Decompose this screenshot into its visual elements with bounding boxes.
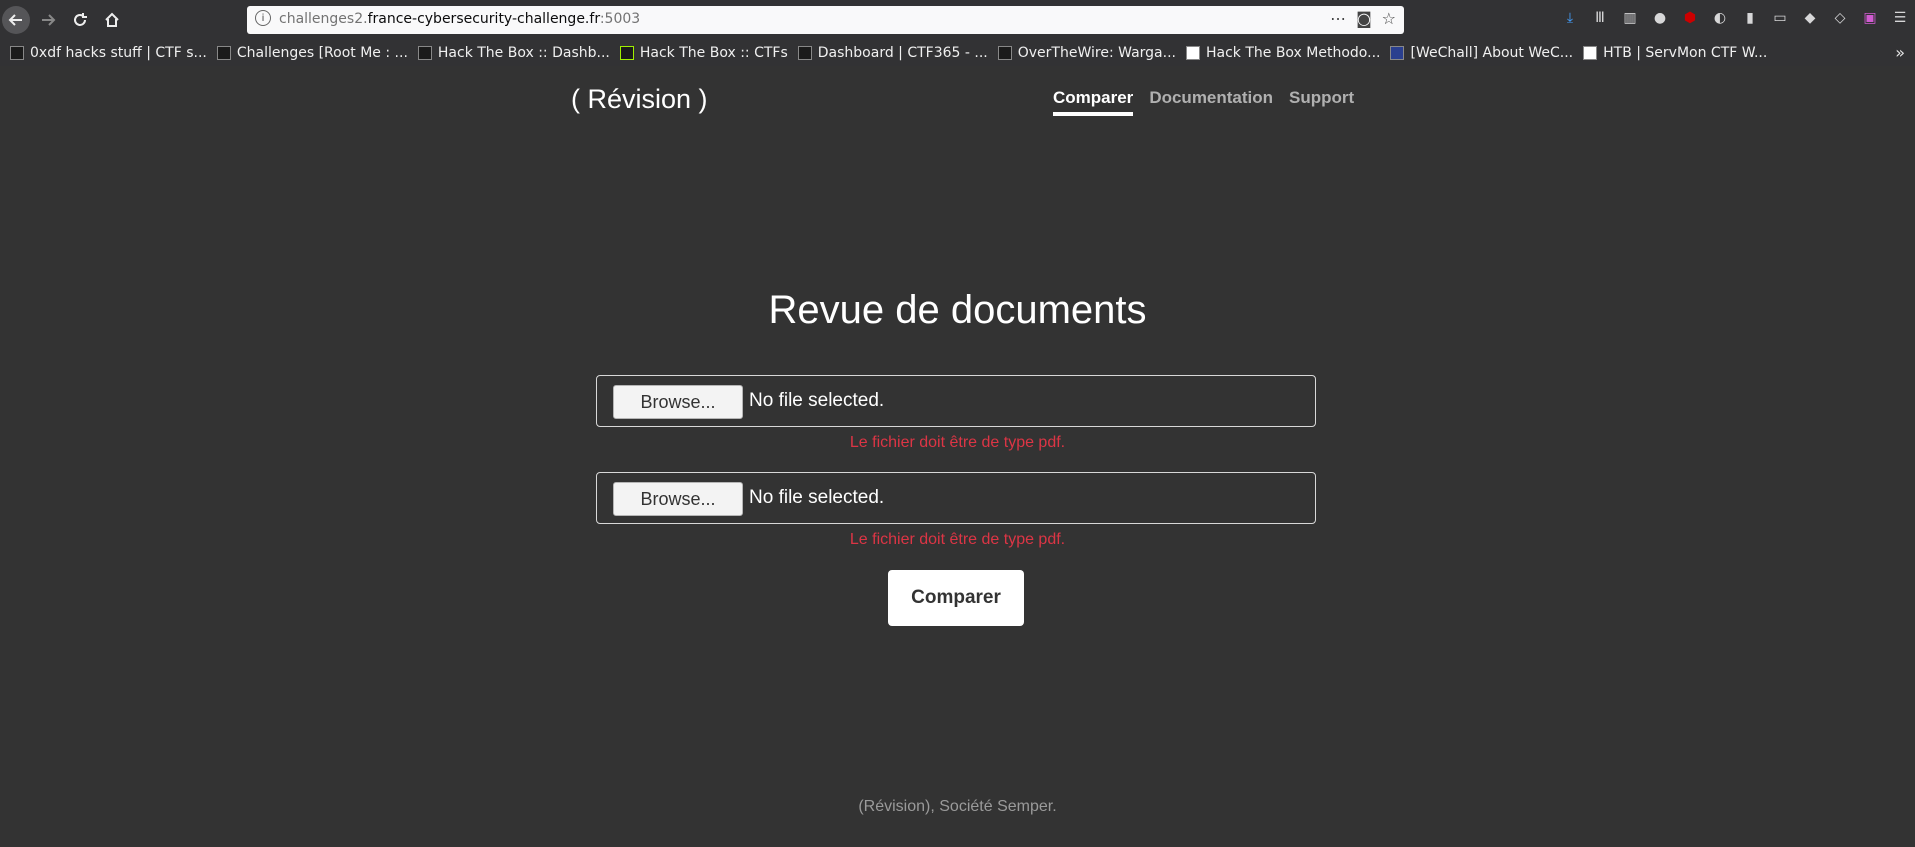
bookmark-favicon-icon <box>1390 46 1405 60</box>
bookmark-item[interactable]: Dashboard | CTF365 - ... <box>797 45 988 61</box>
ublock-icon[interactable]: ⬢ <box>1681 9 1699 27</box>
arrow-left-icon <box>8 14 22 26</box>
url-suffix: :5003 <box>599 11 641 27</box>
footer-text: (Révision), Société Semper. <box>858 798 1057 815</box>
bookmark-favicon-icon <box>216 46 231 60</box>
site-info-icon[interactable]: i <box>255 10 271 26</box>
file-input-1[interactable]: Browse... No file selected. <box>596 375 1316 427</box>
download-icon[interactable]: ⤓ <box>1561 9 1579 27</box>
file-status-1: No file selected. <box>749 390 885 411</box>
bookmark-item[interactable]: [WeChall] About WeC... <box>1390 45 1573 61</box>
file-error-2: Le fichier doit être de type pdf. <box>849 531 1066 548</box>
home-icon <box>105 12 119 27</box>
bookmark-favicon-icon <box>997 46 1012 60</box>
chevron-double-right-icon[interactable]: » <box>1895 43 1905 62</box>
bookmark-label: OverTheWire: Warga... <box>1017 45 1176 61</box>
page-content: ( Révision ) Comparer Documentation Supp… <box>0 66 1915 847</box>
url-text[interactable]: challenges2.france-cybersecurity-challen… <box>279 11 640 27</box>
bookmark-label: Challenges [Root Me : ... <box>236 45 408 61</box>
bookmark-favicon-icon <box>1583 46 1598 60</box>
bookmarks-bar: 0xdf hacks stuff | CTF s... Challenges [… <box>0 40 1915 66</box>
page-actions-icon[interactable]: ⋯ <box>1330 9 1346 28</box>
bookmark-label: HTB | ServMon CTF W... <box>1603 45 1768 61</box>
bookmark-favicon-icon <box>619 46 634 60</box>
nav-compare[interactable]: Comparer <box>1053 88 1134 116</box>
page-title: Revue de documents <box>768 288 1147 332</box>
bookmark-item[interactable]: Hack The Box Methodo... <box>1185 45 1381 61</box>
menu-icon[interactable]: ☰ <box>1891 9 1909 27</box>
bookmark-item[interactable]: OverTheWire: Warga... <box>997 45 1176 61</box>
bookmark-item[interactable]: Hack The Box :: CTFs <box>619 45 788 61</box>
bookmark-label: 0xdf hacks stuff | CTF s... <box>30 45 207 61</box>
nav-support[interactable]: Support <box>1289 88 1354 116</box>
bookmark-item[interactable]: Challenges [Root Me : ... <box>216 45 408 61</box>
bookmark-favicon-icon <box>797 46 812 60</box>
compare-button[interactable]: Comparer <box>888 570 1024 626</box>
file-error-1: Le fichier doit être de type pdf. <box>849 434 1066 451</box>
bookmark-item[interactable]: 0xdf hacks stuff | CTF s... <box>10 45 207 61</box>
bookmark-star-icon[interactable]: ☆ <box>1382 9 1396 28</box>
bookmark-label: Dashboard | CTF365 - ... <box>817 45 988 61</box>
bookmark-label: Hack The Box Methodo... <box>1205 45 1381 61</box>
extension-icon[interactable]: ◐ <box>1711 9 1729 27</box>
home-button[interactable] <box>98 6 126 34</box>
extension-gray-icon[interactable]: ◇ <box>1831 9 1849 27</box>
sidebar-icon[interactable]: ▥ <box>1621 9 1639 27</box>
account-icon[interactable]: ● <box>1651 9 1669 27</box>
forward-button[interactable] <box>34 6 62 34</box>
bookmark-item[interactable]: Hack The Box :: Dashb... <box>417 45 610 61</box>
arrow-right-icon <box>42 14 56 26</box>
bookmark-label: [WeChall] About WeC... <box>1410 45 1574 61</box>
library-icon[interactable]: Ⅲ <box>1591 9 1609 27</box>
bookmark-label: Hack The Box :: CTFs <box>639 45 788 61</box>
bookmark-favicon-icon <box>10 46 24 60</box>
bookmark-label: Hack The Box :: Dashb... <box>437 45 610 61</box>
bookmark-item[interactable]: HTB | ServMon CTF W... <box>1583 45 1767 61</box>
bookmark-favicon-icon <box>417 46 432 60</box>
nav-documentation[interactable]: Documentation <box>1149 88 1273 116</box>
main-nav: Comparer Documentation Support <box>1053 88 1354 116</box>
bookmark-favicon-icon <box>1185 46 1200 60</box>
reload-icon <box>74 13 87 26</box>
file-input-2[interactable]: Browse... No file selected. <box>596 472 1316 524</box>
browse-button-1[interactable]: Browse... <box>613 385 743 419</box>
file-status-2: No file selected. <box>749 487 885 508</box>
browser-toolbar: i challenges2.france-cybersecurity-chall… <box>0 0 1915 40</box>
cast-icon[interactable]: ▭ <box>1771 9 1789 27</box>
extension-dark-icon[interactable]: ◆ <box>1801 9 1819 27</box>
site-brand[interactable]: ( Révision ) <box>571 84 708 115</box>
extension-color-icon[interactable]: ▣ <box>1861 9 1879 27</box>
address-bar[interactable]: i challenges2.france-cybersecurity-chall… <box>247 6 1404 34</box>
url-host: france-cybersecurity-challenge.fr <box>367 11 600 27</box>
back-button[interactable] <box>2 6 30 34</box>
url-prefix: challenges2. <box>279 11 368 27</box>
extension-bars-icon[interactable]: ▮ <box>1741 9 1759 27</box>
reload-button[interactable] <box>66 6 94 34</box>
pocket-icon[interactable]: ◙ <box>1356 9 1372 28</box>
browse-button-2[interactable]: Browse... <box>613 482 743 516</box>
